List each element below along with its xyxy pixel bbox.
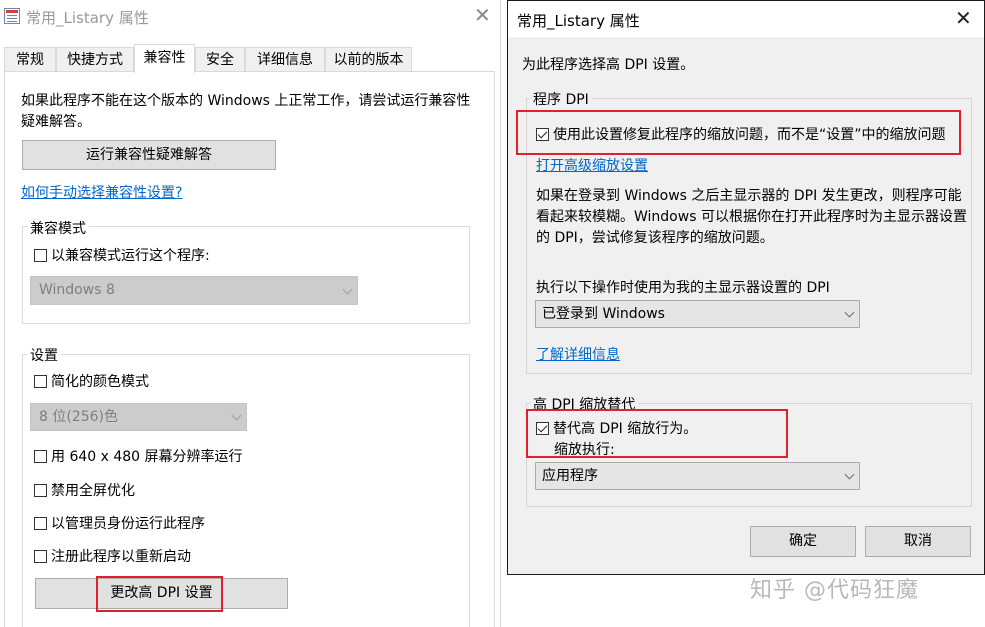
disable-fullscreen-label: 禁用全屏优化: [51, 483, 135, 499]
register-restart-checkbox[interactable]: [34, 550, 47, 563]
tab-previous-versions[interactable]: 以前的版本: [325, 47, 412, 72]
dialog-title-bar: 常用_Listary 属性 ✕: [508, 1, 984, 37]
program-dpi-label: 程序 DPI: [530, 89, 592, 109]
override-label: 高 DPI 缩放替代: [530, 394, 639, 414]
run-troubleshooter-button[interactable]: 运行兼容性疑难解答: [22, 140, 276, 170]
chevron-down-icon: [844, 469, 855, 480]
advanced-scaling-link[interactable]: 打开高级缩放设置: [536, 155, 648, 175]
window-title: 常用_Listary 属性: [26, 9, 149, 27]
fix-scaling-label: 使用此设置修复此程序的缩放问题，而不是“设置”中的缩放问题: [553, 127, 946, 143]
dpi-source-select[interactable]: 已登录到 Windows: [535, 300, 860, 328]
run-as-admin-checkbox[interactable]: [34, 517, 47, 530]
compat-mode-label: 兼容模式: [27, 218, 89, 238]
tab-details[interactable]: 详细信息: [245, 47, 325, 72]
compat-mode-checkbox[interactable]: [34, 249, 47, 262]
change-dpi-button[interactable]: 更改高 DPI 设置: [35, 578, 288, 609]
chevron-down-icon: [342, 284, 353, 295]
ok-button[interactable]: 确定: [750, 526, 856, 557]
dpi-select-label: 执行以下操作时使用为我的主显示器设置的 DPI: [536, 280, 830, 296]
tab-compatibility[interactable]: 兼容性: [134, 44, 195, 73]
reduced-color-row[interactable]: 简化的颜色模式: [34, 373, 149, 391]
manual-settings-link[interactable]: 如何手动选择兼容性设置?: [21, 182, 182, 202]
res-640-checkbox[interactable]: [34, 450, 47, 463]
disable-fullscreen-checkbox[interactable]: [34, 484, 47, 497]
disable-fullscreen-row[interactable]: 禁用全屏优化: [34, 482, 135, 500]
scaling-performer-value: 应用程序: [542, 468, 598, 484]
tab-security[interactable]: 安全: [195, 47, 245, 72]
reduced-color-checkbox[interactable]: [34, 375, 47, 388]
tab-shortcut[interactable]: 快捷方式: [56, 47, 134, 72]
dpi-source-value: 已登录到 Windows: [542, 306, 665, 322]
title-bar: 常用_Listary 属性 ✕: [0, 0, 500, 34]
fix-scaling-checkbox[interactable]: [536, 128, 549, 141]
dialog-heading: 为此程序选择高 DPI 设置。: [522, 57, 695, 73]
scaling-performed-label: 缩放执行:: [554, 442, 615, 458]
compat-mode-checkbox-label: 以兼容模式运行这个程序:: [51, 248, 210, 264]
app-icon: [4, 8, 20, 24]
res-640-row[interactable]: 用 640 x 480 屏幕分辨率运行: [34, 448, 243, 466]
run-as-admin-label: 以管理员身份运行此程序: [51, 516, 205, 532]
color-mode-value: 8 位(256)色: [39, 409, 119, 425]
register-restart-label: 注册此程序以重新启动: [51, 549, 191, 565]
run-as-admin-row[interactable]: 以管理员身份运行此程序: [34, 515, 205, 533]
os-version-value: Windows 8: [39, 282, 115, 298]
scaling-performer-select[interactable]: 应用程序: [535, 462, 860, 490]
intro-text: 如果此程序不能在这个版本的 Windows 上正常工作，请尝试运行兼容性疑难解答…: [21, 93, 471, 130]
close-icon[interactable]: ✕: [474, 4, 491, 26]
tab-strip: 常规 快捷方式 兼容性 安全 详细信息 以前的版本: [0, 44, 500, 73]
override-row[interactable]: 替代高 DPI 缩放行为。: [536, 420, 697, 438]
dpi-settings-dialog: 常用_Listary 属性 ✕ 为此程序选择高 DPI 设置。 程序 DPI 使…: [507, 0, 985, 575]
chevron-down-icon: [844, 307, 855, 318]
compat-mode-group: [22, 226, 470, 324]
color-mode-select: 8 位(256)色: [30, 403, 247, 431]
override-checkbox-label: 替代高 DPI 缩放行为。: [553, 421, 698, 437]
watermark: 知乎 @代码狂魔: [750, 578, 919, 603]
settings-label: 设置: [27, 345, 61, 365]
register-restart-row[interactable]: 注册此程序以重新启动: [34, 548, 191, 566]
os-version-select: Windows 8: [30, 276, 358, 305]
close-icon[interactable]: ✕: [955, 7, 972, 29]
properties-window: 常用_Listary 属性 ✕ 常规 快捷方式 兼容性 安全 详细信息 以前的版…: [0, 0, 501, 627]
tab-general[interactable]: 常规: [4, 47, 56, 72]
chevron-down-icon: [231, 410, 242, 421]
res-640-label: 用 640 x 480 屏幕分辨率运行: [51, 449, 243, 465]
cancel-button[interactable]: 取消: [865, 526, 971, 557]
reduced-color-label: 简化的颜色模式: [51, 374, 149, 390]
learn-more-link[interactable]: 了解详细信息: [536, 344, 620, 364]
compat-mode-checkbox-row[interactable]: 以兼容模式运行这个程序:: [34, 247, 210, 265]
fix-scaling-row[interactable]: 使用此设置修复此程序的缩放问题，而不是“设置”中的缩放问题: [536, 126, 946, 144]
override-checkbox[interactable]: [536, 422, 549, 435]
dpi-description: 如果在登录到 Windows 之后主显示器的 DPI 发生更改，则程序可能看起来…: [536, 188, 967, 246]
dialog-title: 常用_Listary 属性: [517, 12, 640, 30]
